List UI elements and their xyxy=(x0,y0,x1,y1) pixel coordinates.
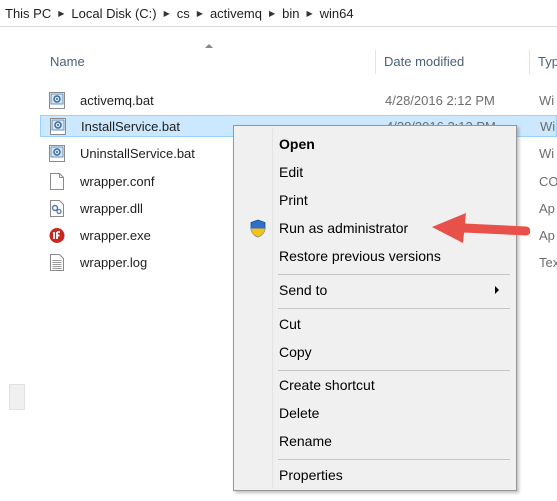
menu-item-send-to[interactable]: Send to xyxy=(237,277,513,303)
column-divider[interactable] xyxy=(529,50,530,74)
breadcrumb-local-disk[interactable]: Local Disk (C:) xyxy=(69,6,158,21)
file-name: InstallService.bat xyxy=(81,119,180,134)
annotation-arrow-icon xyxy=(432,213,530,243)
menu-item-label: Edit xyxy=(279,164,304,180)
menu-item-label: Rename xyxy=(279,433,332,449)
file-type: Wi xyxy=(539,93,555,108)
breadcrumb: This PC ▶ Local Disk (C:) ▶ cs ▶ activem… xyxy=(0,0,557,27)
file-row-activemq-bat[interactable]: activemq.bat 4/28/2016 2:12 PM Wi xyxy=(40,90,557,112)
batch-file-icon xyxy=(50,118,66,135)
submenu-arrow-icon xyxy=(495,286,499,294)
file-name: wrapper.conf xyxy=(80,174,155,189)
file-name: UninstallService.bat xyxy=(80,146,195,161)
menu-item-properties[interactable]: Properties xyxy=(237,462,513,488)
column-header-row: Name Date modified Typ xyxy=(0,48,557,76)
file-type: Ap xyxy=(539,228,555,243)
exe-app-icon xyxy=(49,228,65,243)
menu-item-label: Properties xyxy=(279,467,343,483)
file-type: Tex xyxy=(539,255,557,270)
column-divider[interactable] xyxy=(375,50,376,74)
menu-item-label: Restore previous versions xyxy=(279,248,441,264)
menu-separator xyxy=(278,308,510,309)
breadcrumb-separator-icon[interactable]: ▶ xyxy=(192,9,208,18)
menu-item-label: Send to xyxy=(279,282,328,298)
breadcrumb-cs[interactable]: cs xyxy=(175,6,192,21)
menu-separator xyxy=(278,459,510,460)
menu-separator xyxy=(278,274,510,275)
file-type: Wi xyxy=(540,119,556,134)
dll-file-icon xyxy=(50,200,64,217)
menu-item-label: Cut xyxy=(279,316,301,332)
file-type: CO xyxy=(539,174,557,189)
column-header-date-modified[interactable]: Date modified xyxy=(384,48,464,76)
menu-item-label: Open xyxy=(279,136,315,152)
menu-item-label: Delete xyxy=(279,405,320,421)
menu-item-open[interactable]: Open xyxy=(237,131,513,157)
breadcrumb-this-pc[interactable]: This PC xyxy=(3,6,53,21)
batch-file-icon xyxy=(49,92,65,109)
menu-item-delete[interactable]: Delete xyxy=(237,400,513,426)
breadcrumb-separator-icon[interactable]: ▶ xyxy=(264,9,280,18)
file-name: activemq.bat xyxy=(80,93,154,108)
breadcrumb-bin[interactable]: bin xyxy=(280,6,301,21)
context-menu: Open Edit Print Run as administrator Res… xyxy=(233,125,517,491)
menu-item-label: Print xyxy=(279,192,308,208)
menu-item-label: Run as administrator xyxy=(279,220,409,236)
menu-item-label: Create shortcut xyxy=(279,377,375,393)
uac-shield-icon xyxy=(250,219,266,238)
navigation-pane-scroll-thumb[interactable] xyxy=(9,384,25,410)
breadcrumb-win64[interactable]: win64 xyxy=(318,6,356,21)
breadcrumb-activemq[interactable]: activemq xyxy=(208,6,264,21)
file-date: 4/28/2016 2:12 PM xyxy=(385,93,495,108)
menu-item-rename[interactable]: Rename xyxy=(237,428,513,454)
column-header-type[interactable]: Typ xyxy=(538,48,557,76)
breadcrumb-separator-icon[interactable]: ▶ xyxy=(53,9,69,18)
blank-file-icon xyxy=(50,173,64,190)
breadcrumb-separator-icon[interactable]: ▶ xyxy=(302,9,318,18)
text-file-icon xyxy=(50,254,64,271)
menu-item-create-shortcut[interactable]: Create shortcut xyxy=(237,372,513,398)
file-name: wrapper.dll xyxy=(80,201,143,216)
column-header-name[interactable]: Name xyxy=(50,48,85,76)
menu-separator xyxy=(278,370,510,371)
file-name: wrapper.exe xyxy=(80,228,151,243)
menu-item-cut[interactable]: Cut xyxy=(237,311,513,337)
menu-item-copy[interactable]: Copy xyxy=(237,339,513,365)
file-name: wrapper.log xyxy=(80,255,148,270)
menu-item-label: Copy xyxy=(279,344,312,360)
batch-file-icon xyxy=(49,145,65,162)
file-type: Wi xyxy=(539,146,555,161)
menu-item-edit[interactable]: Edit xyxy=(237,159,513,185)
file-type: Ap xyxy=(539,201,555,216)
breadcrumb-separator-icon[interactable]: ▶ xyxy=(159,9,175,18)
